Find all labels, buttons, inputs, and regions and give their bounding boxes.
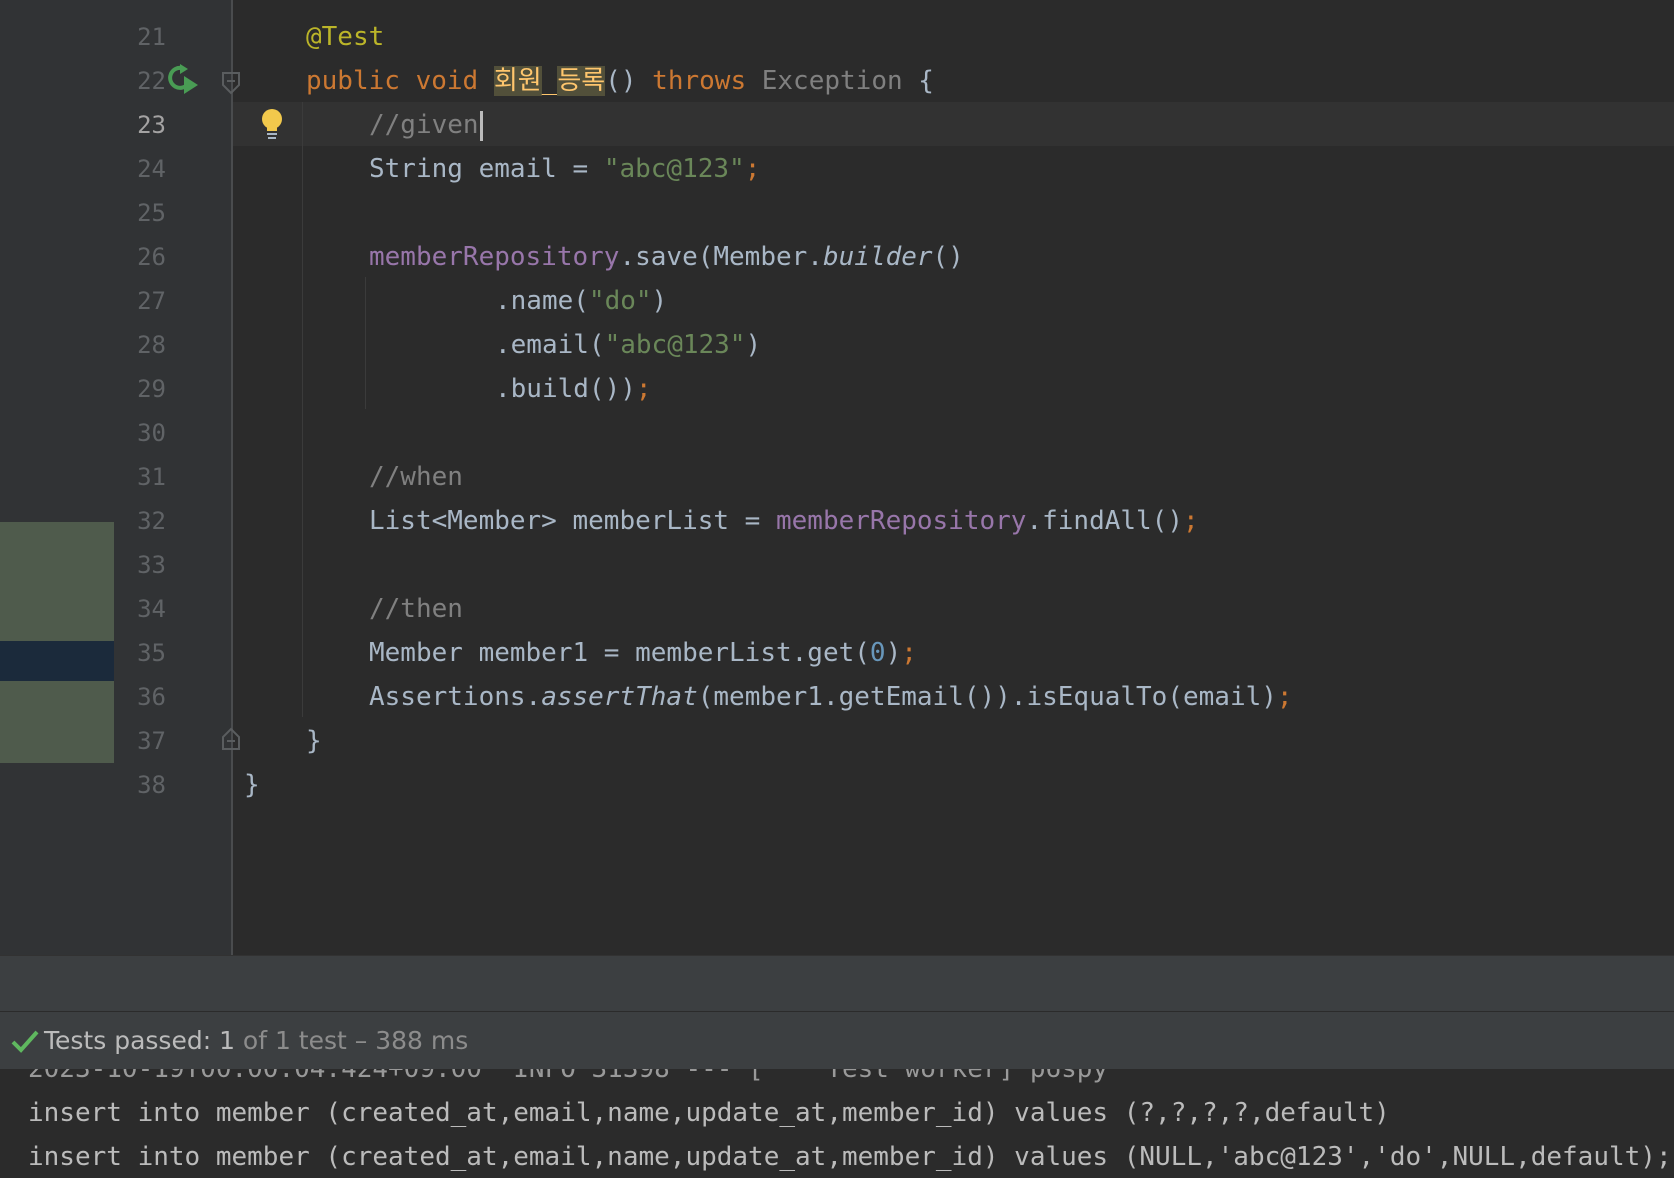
- code-line-34[interactable]: //then: [369, 587, 463, 631]
- annotation-token: @Test: [306, 22, 385, 52]
- code-line-35[interactable]: Member member1 = memberList.get(0);: [369, 631, 917, 675]
- fold-icon[interactable]: [221, 727, 241, 751]
- code-line-26[interactable]: memberRepository.save(Member.builder(): [369, 235, 964, 279]
- line-number: 28: [137, 331, 166, 359]
- run-console[interactable]: 2023-10-19T00:00:04.424+09:00 INFO 31398…: [0, 1069, 1674, 1178]
- code-token: .findAll(): [1026, 506, 1183, 536]
- code-token: (member1.getEmail()).isEqualTo(email): [697, 682, 1277, 712]
- test-results-bar: Tests passed: 1 of 1 test – 388 ms: [0, 1011, 1674, 1070]
- code-token: }: [244, 770, 260, 800]
- code-line-23[interactable]: //given: [369, 103, 483, 147]
- console-line: insert into member (created_at,email,nam…: [28, 1142, 1672, 1172]
- comment-token: //when: [369, 462, 463, 492]
- line-number: 24: [137, 155, 166, 183]
- code-token: Assertions.: [369, 682, 542, 712]
- code-line-27[interactable]: .name("do"): [495, 279, 667, 323]
- text-caret: [479, 110, 483, 141]
- code-line-24[interactable]: String email = "abc@123";: [369, 147, 760, 191]
- comment-token: //then: [369, 594, 463, 624]
- code-token: (): [605, 66, 653, 96]
- coverage-marker-covered: [0, 681, 114, 763]
- method-name-highlight: 회원: [493, 66, 542, 96]
- line-number: 31: [137, 463, 166, 491]
- code-token: ): [651, 286, 668, 316]
- code-token: (): [932, 242, 964, 272]
- code-token: .save(Member.: [619, 242, 823, 272]
- run-test-icon[interactable]: [168, 64, 202, 96]
- semicolon-token: ;: [744, 154, 761, 184]
- coverage-marker-covered: [0, 522, 114, 641]
- line-number: 36: [137, 683, 166, 711]
- line-number: 26: [137, 243, 166, 271]
- indent-guide: [365, 277, 366, 409]
- code-token: .email(: [495, 330, 605, 360]
- tests-passed-count: 1: [219, 1026, 235, 1055]
- line-number: 33: [137, 551, 166, 579]
- string-token: "do": [588, 286, 652, 316]
- indent-guide: [302, 102, 303, 717]
- code-token: ): [745, 330, 762, 360]
- code-token: Member member1 = memberList.get(: [369, 638, 870, 668]
- code-token: String email =: [369, 154, 604, 184]
- line-number: 35: [137, 639, 166, 667]
- console-line: insert into member (created_at,email,nam…: [28, 1098, 1390, 1128]
- code-token: .name(: [495, 286, 589, 316]
- comment-token: //given: [369, 110, 479, 140]
- field-token: memberRepository: [776, 506, 1027, 536]
- line-number: 22: [137, 67, 166, 95]
- method-name-token: _: [541, 66, 558, 96]
- code-line-21[interactable]: @Test: [306, 15, 384, 59]
- line-number: 38: [137, 771, 166, 799]
- test-status-text: Tests passed: 1 of 1 test – 388 ms: [44, 1024, 468, 1058]
- keyword-token: public: [306, 66, 400, 96]
- code-line-32[interactable]: List<Member> memberList = memberReposito…: [369, 499, 1199, 543]
- code-token: List<Member> memberList =: [369, 506, 776, 536]
- number-token: 0: [869, 638, 886, 668]
- line-number: 25: [137, 199, 166, 227]
- code-line-28[interactable]: .email("abc@123"): [495, 323, 761, 367]
- code-line-38[interactable]: }: [244, 763, 260, 807]
- semicolon-token: ;: [1183, 506, 1199, 536]
- line-number: 27: [137, 287, 166, 315]
- method-name-highlight: 등록: [557, 66, 606, 96]
- semicolon-token: ;: [901, 638, 917, 668]
- coverage-strip: [0, 0, 114, 955]
- tests-passed-detail: of 1 test – 388 ms: [234, 1026, 469, 1055]
- line-number: 37: [137, 727, 166, 755]
- tests-passed-label: Tests passed:: [44, 1026, 220, 1055]
- code-line-31[interactable]: //when: [369, 455, 463, 499]
- keyword-token: throws: [652, 66, 747, 96]
- fold-icon[interactable]: [221, 71, 241, 95]
- semicolon-token: ;: [635, 374, 652, 404]
- code-line-29[interactable]: .build());: [495, 367, 652, 411]
- code-token: {: [902, 66, 934, 96]
- coverage-marker-current: [0, 641, 114, 681]
- intention-bulb-icon[interactable]: [259, 108, 285, 140]
- check-icon: [11, 1030, 39, 1053]
- line-number: 29: [137, 375, 166, 403]
- code-line-22[interactable]: public void 회원_등록() throws Exception {: [306, 59, 934, 103]
- tool-window-header: [0, 955, 1674, 1012]
- line-number: 32: [137, 507, 166, 535]
- field-token: memberRepository: [369, 242, 620, 272]
- console-line: 2023-10-19T00:00:04.424+09:00 INFO 31398…: [28, 1069, 1109, 1084]
- string-token: "abc@123": [603, 154, 745, 184]
- string-token: "abc@123": [604, 330, 746, 360]
- line-number: 34: [137, 595, 166, 623]
- keyword-token: void: [415, 66, 479, 96]
- static-method-token: assertThat: [541, 682, 698, 712]
- code-line-37[interactable]: }: [306, 719, 322, 763]
- line-number: 21: [137, 23, 166, 51]
- line-number-active: 23: [137, 111, 166, 139]
- code-token: ): [885, 638, 902, 668]
- static-method-token: builder: [822, 242, 933, 272]
- semicolon-token: ;: [1276, 682, 1293, 712]
- line-number: 30: [137, 419, 166, 447]
- code-token: .build()): [495, 374, 636, 404]
- code-line-36[interactable]: Assertions.assertThat(member1.getEmail()…: [369, 675, 1293, 719]
- type-token: Exception: [761, 66, 903, 96]
- code-token: }: [306, 726, 322, 756]
